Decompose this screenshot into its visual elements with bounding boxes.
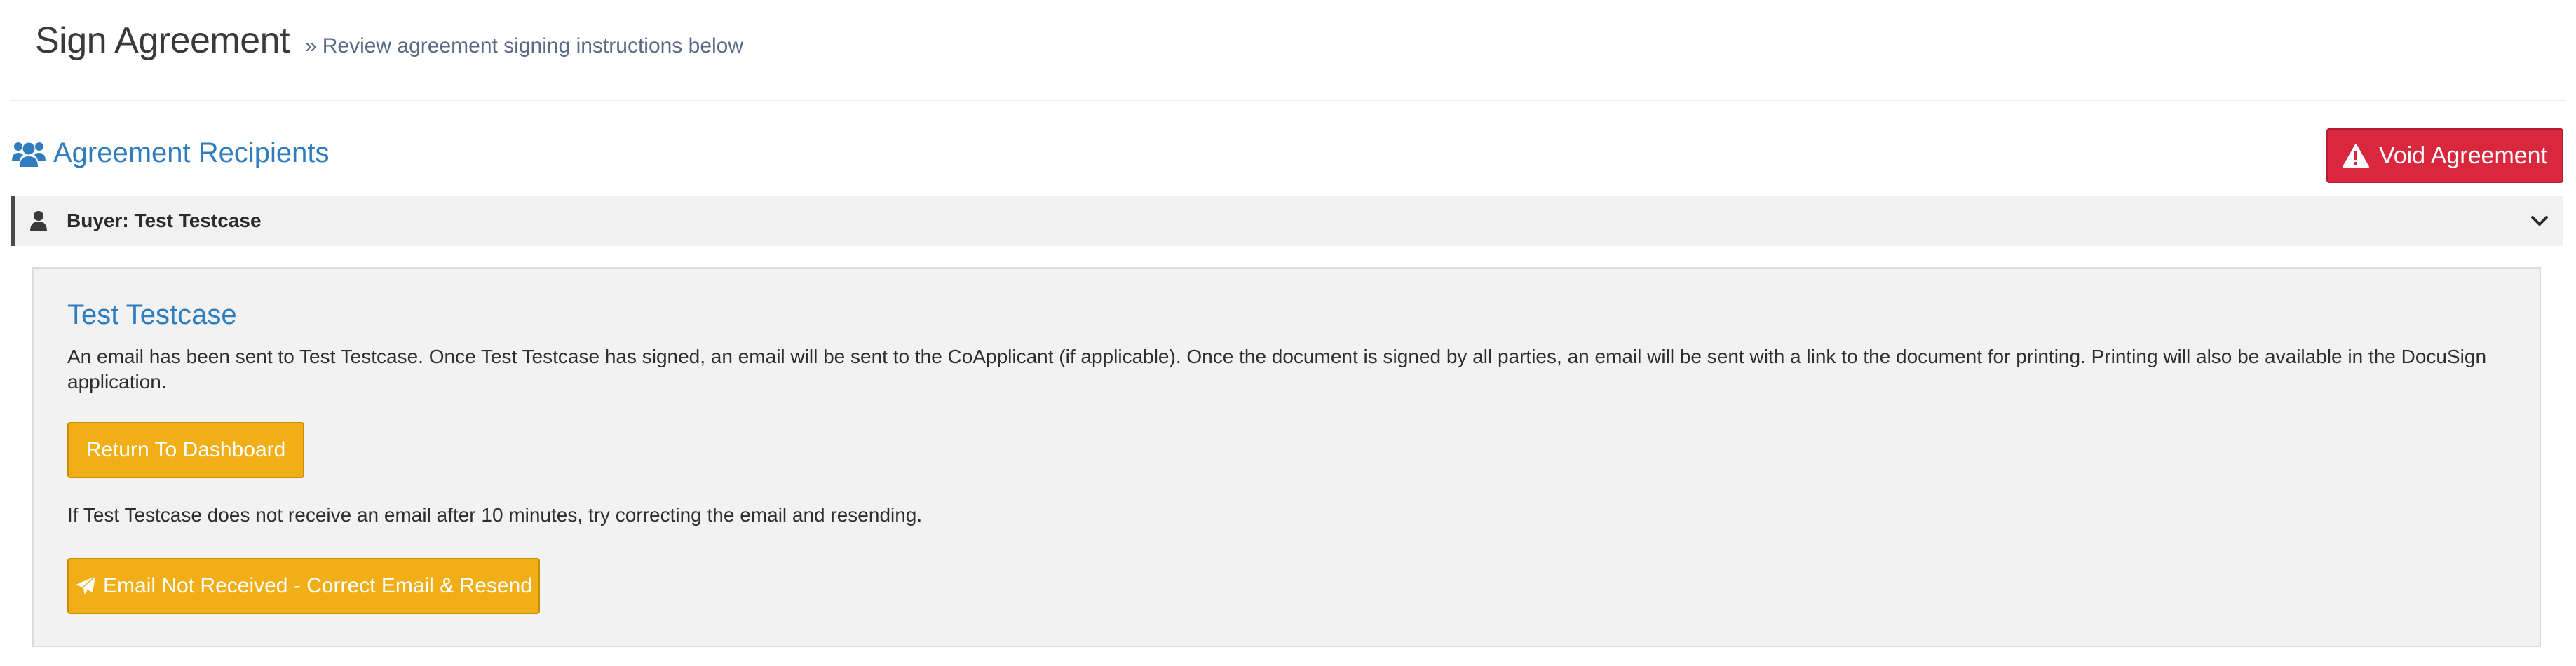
page-subtitle: » Review agreement signing instructions b…: [305, 34, 743, 58]
paper-plane-icon: [76, 576, 96, 596]
double-chevron-right-icon: »: [305, 34, 317, 57]
return-to-dashboard-button[interactable]: Return To Dashboard: [67, 422, 304, 478]
chevron-down-icon[interactable]: [2530, 211, 2549, 231]
recipient-name: Test Testcase: [67, 299, 237, 330]
page-subtitle-text: Review agreement signing instructions be…: [322, 34, 744, 57]
signing-instructions: An email has been sent to Test Testcase.…: [67, 346, 2487, 393]
page-header: Sign Agreement » Review agreement signing…: [35, 20, 743, 62]
section-title: Agreement Recipients: [53, 137, 330, 168]
void-agreement-label: Void Agreement: [2378, 142, 2548, 169]
user-icon: [30, 211, 47, 231]
users-icon: [12, 142, 46, 167]
void-agreement-button[interactable]: Void Agreement: [2326, 128, 2563, 183]
recipient-accordion-header[interactable]: Buyer: Test Testcase: [11, 196, 2563, 246]
correct-email-resend-label: Email Not Received - Correct Email & Res…: [103, 574, 532, 597]
recipient-label: Buyer: Test Testcase: [67, 210, 262, 231]
resend-note: If Test Testcase does not receive an ema…: [67, 504, 923, 526]
return-to-dashboard-label: Return To Dashboard: [86, 438, 286, 461]
correct-email-resend-button[interactable]: Email Not Received - Correct Email & Res…: [67, 558, 540, 614]
recipients-heading: Agreement Recipients: [11, 137, 330, 169]
recipient-panel: Test Testcase An email has been sent to …: [32, 267, 2541, 647]
header-divider: [10, 100, 2566, 101]
warning-icon: [2342, 144, 2369, 168]
page-title: Sign Agreement: [35, 20, 290, 61]
